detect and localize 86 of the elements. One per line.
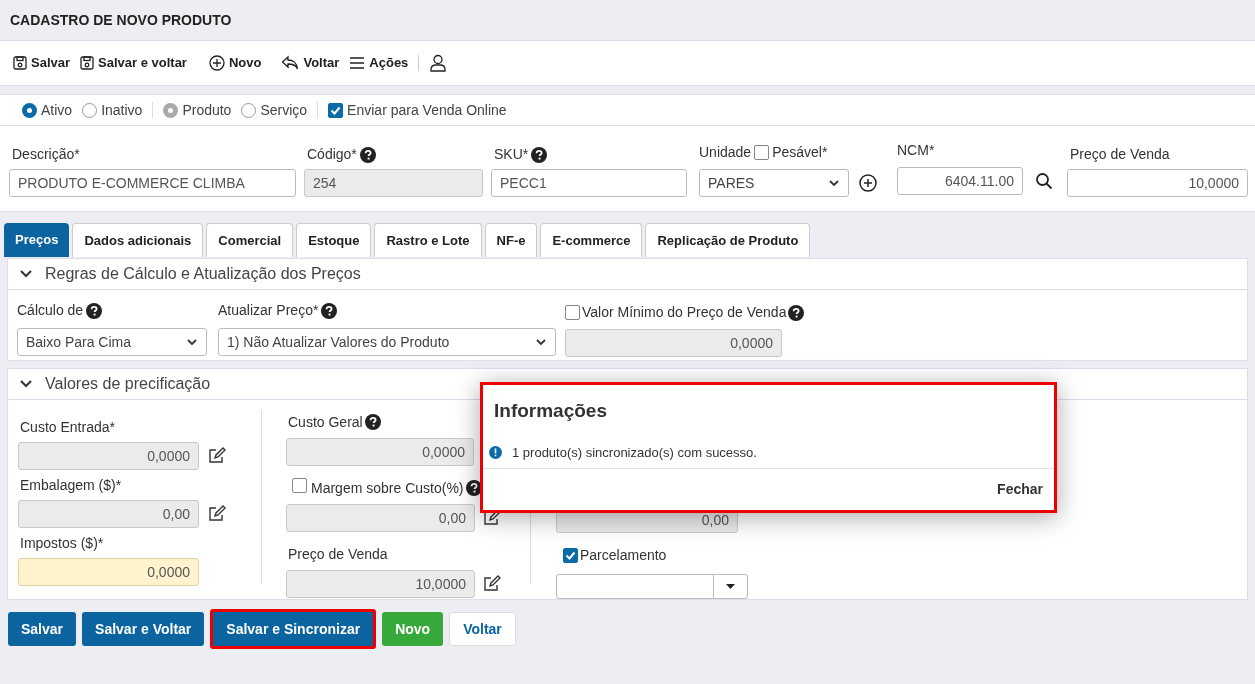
plus-circle-icon [208, 55, 225, 71]
checkbox[interactable] [754, 145, 770, 160]
footer-button[interactable]: Voltar [449, 612, 516, 646]
checkbox[interactable] [563, 547, 578, 563]
input-field[interactable]: 0,0000 [565, 329, 782, 357]
field-label: Descrição* [12, 145, 80, 164]
tab[interactable]: Replicação de Produto [645, 223, 811, 257]
radio-label: Serviço [260, 100, 308, 120]
plus-circle-icon[interactable] [859, 174, 877, 192]
checkbox[interactable] [292, 477, 307, 493]
help-icon [86, 302, 103, 319]
toolbar-button[interactable]: Ações [349, 53, 409, 73]
checkbox[interactable] [328, 102, 344, 118]
field-label: Preço de Venda [1069, 145, 1171, 164]
footer-button[interactable]: Salvar e Sincronizar [210, 609, 377, 649]
field-label: Impostos ($)* [19, 534, 105, 553]
tab[interactable]: Estoque [296, 223, 372, 257]
radio-label: Ativo [41, 100, 73, 120]
radio-button[interactable] [22, 102, 37, 118]
edit-icon[interactable] [483, 575, 501, 593]
radio-label: Inativo [101, 100, 143, 120]
checkbox-label: Valor Mínimo do Preço de Venda [582, 303, 787, 322]
page-title: CADASTRO DE NOVO PRODUTO [10, 10, 232, 30]
field-label: SKU* [494, 145, 529, 164]
caret-icon [726, 583, 735, 589]
input-field[interactable]: PECC1 [491, 169, 687, 197]
help-icon [364, 414, 381, 430]
chevron-icon [186, 336, 198, 348]
field-label: Preço de Venda [287, 544, 388, 564]
input-field[interactable]: 10,0000 [1067, 169, 1248, 197]
input-field[interactable]: 10,0000 [286, 570, 475, 598]
checkbox-label: Enviar para Venda Online [347, 100, 507, 120]
radio-button[interactable] [82, 102, 98, 118]
combo-field[interactable] [556, 573, 748, 599]
help-icon [321, 302, 338, 319]
field-label: Atualizar Preço* [218, 301, 319, 320]
checkbox[interactable] [565, 305, 580, 320]
input-field[interactable]: 0,0000 [286, 438, 474, 466]
checkbox-label: Parcelamento [580, 545, 667, 565]
edit-icon[interactable] [208, 505, 226, 523]
footer-button[interactable]: Salvar e Voltar [82, 612, 205, 646]
input-field[interactable]: 254 [304, 169, 483, 197]
checkbox-label: Pesável* [772, 143, 828, 162]
input-field[interactable]: 0,0000 [18, 558, 199, 586]
tab[interactable]: Dados adicionais [72, 223, 204, 257]
input-field[interactable]: 0,00 [286, 504, 475, 532]
toolbar-button[interactable]: Salvar [13, 53, 71, 73]
select-field[interactable]: 1) Não Atualizar Valores do Produto [218, 328, 556, 356]
reply-arrow-icon [281, 55, 300, 71]
tab[interactable]: Rastro e Lote [374, 223, 482, 257]
input-field[interactable]: 0,00 [18, 500, 199, 528]
tab[interactable]: NF-e [484, 223, 538, 257]
section-title: Regras de Cálculo e Atualização dos Preços [45, 264, 361, 284]
tab[interactable]: Comercial [206, 223, 294, 257]
footer-button[interactable]: Salvar [8, 612, 77, 646]
radio-label: Produto [182, 100, 232, 120]
help-icon [788, 304, 805, 321]
select-field[interactable]: Baixo Para Cima [17, 328, 207, 356]
exclamation-icon [489, 446, 502, 459]
chevron-icon [828, 177, 840, 189]
dialog-message: 1 produto(s) sincronizado(s) com sucesso. [512, 443, 757, 462]
input-field[interactable]: PRODUTO E-COMMERCE CLIMBA [9, 169, 296, 197]
field-label: Embalagem ($)* [19, 476, 123, 495]
tab[interactable]: Preços [4, 223, 70, 257]
dialog-title: Informações [494, 398, 607, 423]
field-label: Unidade [699, 143, 752, 162]
field-label: NCM* [897, 141, 936, 160]
menu-icon [349, 56, 366, 70]
field-label: Custo Entrada* [19, 418, 116, 437]
checkbox-label: Margem sobre Custo(%) [310, 478, 464, 498]
field-label: Código* [307, 145, 357, 164]
input-field[interactable]: 6404.11.00 [897, 167, 1023, 195]
edit-icon[interactable] [208, 447, 226, 465]
toolbar-button[interactable]: Voltar [281, 53, 340, 73]
field-label: Custo Geral [287, 412, 363, 432]
toolbar-button[interactable]: Salvar e voltar [80, 53, 187, 73]
field-label: Cálculo de [17, 301, 84, 320]
search-icon[interactable] [1035, 172, 1053, 190]
chevron-icon [535, 336, 547, 348]
input-field[interactable]: 0,0000 [18, 442, 199, 470]
select-field[interactable]: PARES [699, 169, 849, 197]
close-button[interactable]: Fechar [997, 479, 1043, 500]
section-title: Valores de precificação [45, 374, 211, 394]
tab[interactable]: E-commerce [540, 223, 643, 257]
toolbar-button[interactable]: Novo [208, 53, 262, 73]
user-icon[interactable] [429, 54, 448, 72]
